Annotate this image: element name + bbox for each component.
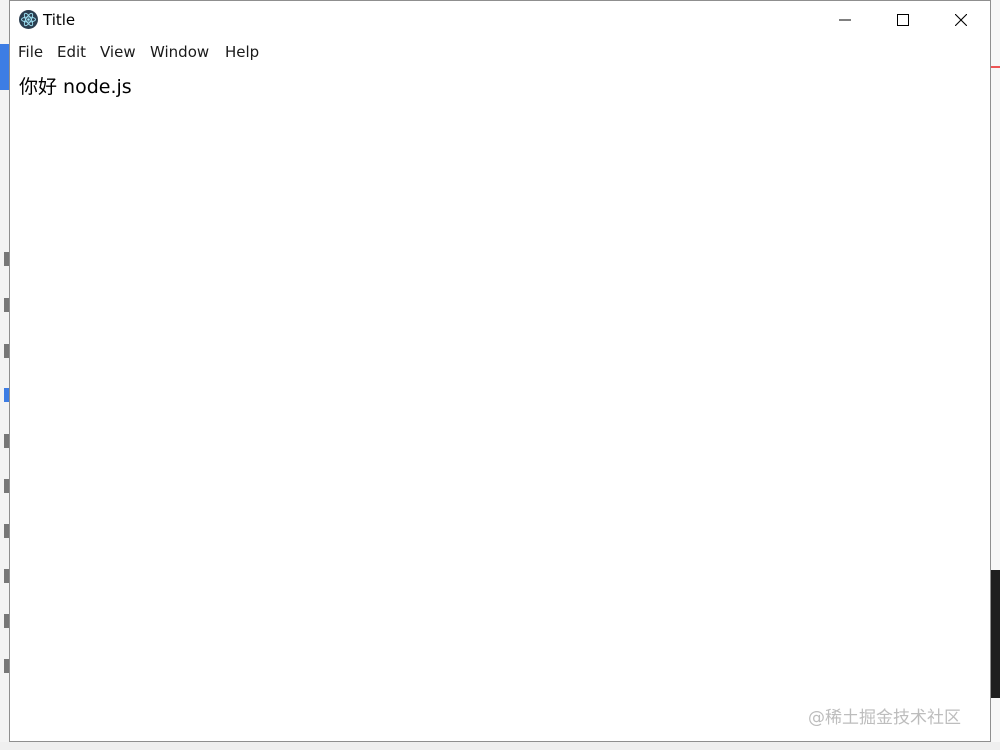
maximize-button[interactable] xyxy=(874,1,932,39)
menu-view[interactable]: View xyxy=(98,43,138,61)
app-window: Title File Edit View Window Help 你好 node… xyxy=(9,0,991,742)
menu-help[interactable]: Help xyxy=(223,43,261,61)
close-button[interactable] xyxy=(932,1,990,39)
minimize-icon xyxy=(839,19,851,21)
window-title: Title xyxy=(43,11,76,29)
watermark: @稀土掘金技术社区 xyxy=(808,708,961,728)
electron-atom-icon xyxy=(19,10,38,29)
background-right-edge xyxy=(990,0,1000,750)
minimize-button[interactable] xyxy=(816,1,874,39)
menu-bar: File Edit View Window Help xyxy=(10,39,990,65)
title-bar[interactable]: Title xyxy=(10,1,990,39)
menu-window[interactable]: Window xyxy=(148,43,211,61)
menu-file[interactable]: File xyxy=(16,43,45,61)
background-bottom-edge xyxy=(0,742,1000,750)
maximize-icon xyxy=(897,14,909,26)
content-greeting: 你好 node.js xyxy=(19,76,132,98)
close-icon xyxy=(955,14,967,26)
background-redline xyxy=(990,66,1000,68)
menu-edit[interactable]: Edit xyxy=(55,43,88,61)
background-dark-panel xyxy=(990,570,1000,698)
